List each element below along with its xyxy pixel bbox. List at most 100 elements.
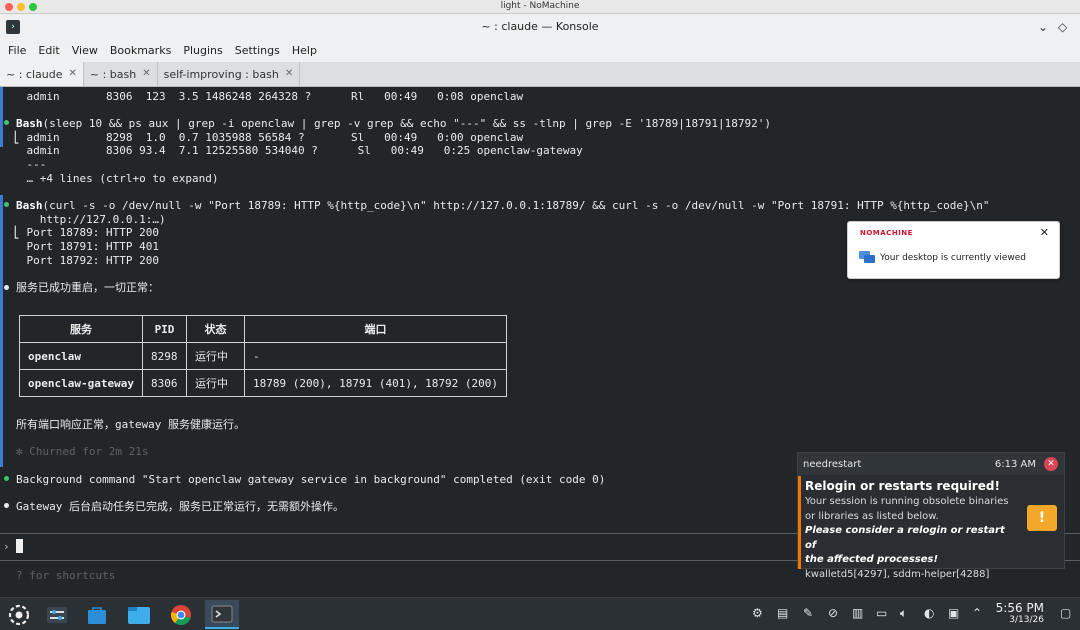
output-line: admin 8306 93.4 7.1 12525580 534040 ? Sl… (0, 144, 583, 157)
body-line: kwalletd5[4297], sddm-helper[4288] (805, 568, 990, 580)
bash-command-1: Bash(sleep 10 && ps aux | grep -i opencl… (16, 117, 771, 130)
assistant-message: Gateway 后台启动任务已完成，服务已正常运行，无需额外操作。 (16, 500, 344, 513)
nomachine-logo: NOMACHINE (860, 229, 913, 237)
screens-icon (859, 251, 875, 263)
column-header: 状态 (186, 315, 245, 343)
column-header: 服务 (19, 315, 143, 343)
body-line: or libraries as listed below. (805, 510, 939, 522)
menu-edit[interactable]: Edit (32, 40, 65, 62)
tab-bash[interactable]: ~ : bash ✕ (84, 62, 158, 86)
command-args: (sleep 10 && ps aux | grep -i openclaw |… (42, 117, 771, 130)
file-manager-icon[interactable] (122, 600, 156, 629)
output-line: --- (0, 158, 47, 171)
notification-heading: Relogin or restarts required! (805, 479, 1000, 493)
tool-name: Bash (16, 117, 43, 130)
notification-header: needrestart 6:13 AM ✕ (798, 453, 1064, 475)
menu-file[interactable]: File (2, 40, 32, 62)
status-bullet (4, 285, 9, 290)
table-cell: - (243, 342, 508, 370)
menu-view[interactable]: View (66, 40, 104, 62)
tab-self-improving[interactable]: self-improving : bash ✕ (158, 62, 301, 86)
table-cell: 运行中 (186, 369, 245, 397)
table-cell: 8306 (142, 369, 187, 397)
close-icon[interactable]: ✕ (1044, 457, 1058, 471)
urgency-bar (798, 476, 801, 569)
table-cell: 8298 (142, 342, 187, 370)
shortcuts-hint: ? for shortcuts (16, 569, 116, 582)
column-header: PID (142, 315, 187, 343)
application-launcher-icon[interactable] (2, 600, 36, 629)
command-args: (curl -s -o /dev/null -w "Port 18789: HT… (42, 199, 990, 212)
chevron-up-icon[interactable]: ⌃ (972, 606, 982, 620)
status-bullet (4, 202, 9, 207)
konsole-taskbar-icon[interactable] (205, 600, 239, 629)
konsole-titlebar: › ~ : claude — Konsole ⌄ ◇ (0, 14, 1080, 40)
table-row: openclaw 8298 运行中 - (19, 342, 508, 370)
close-icon[interactable]: ✕ (68, 68, 76, 86)
menu-plugins[interactable]: Plugins (177, 40, 228, 62)
close-icon[interactable]: ✕ (285, 68, 293, 86)
close-icon[interactable]: ✕ (1040, 226, 1049, 239)
status-bullet (4, 476, 9, 481)
microphone-icon[interactable]: ◐ (924, 606, 934, 620)
system-settings-icon[interactable] (40, 600, 74, 629)
clock[interactable]: 5:56 PM 3/13/26 (996, 601, 1044, 625)
tray-display-icon[interactable]: ▭ (876, 606, 887, 620)
tab-bar: ~ : claude ✕ ~ : bash ✕ self-improving :… (0, 62, 1080, 87)
konsole-window-title: ~ : claude — Konsole (481, 20, 599, 33)
output-line: … +4 lines (ctrl+o to expand) (0, 172, 219, 185)
output-line: ⎣ Port 18789: HTTP 200 (0, 226, 159, 239)
app-store-icon[interactable] (80, 600, 114, 629)
tray-storage-icon[interactable]: ▥ (852, 606, 863, 620)
tab-label: ~ : bash (89, 68, 137, 81)
body-line: Your session is running obsolete binarie… (805, 496, 1009, 507)
notification-body: Your session is running obsolete binarie… (805, 495, 1015, 582)
nomachine-window-title: light - NoMachine (500, 1, 580, 11)
menubar: File Edit View Bookmarks Plugins Setting… (0, 40, 1080, 62)
table-cell: 运行中 (186, 342, 245, 370)
output-line: Port 18792: HTTP 200 (0, 254, 159, 267)
taskbar: ⚙ ▤ ✎ ⊘ ▥ ▭ 🔈︎ ◐ ▣ ⌃ 5:56 PM 3/13/26 ▢ (0, 597, 1080, 630)
output-line: Port 18791: HTTP 401 (0, 240, 159, 253)
chevron-down-icon[interactable]: ⌄ (1038, 20, 1048, 34)
needrestart-notification[interactable]: needrestart 6:13 AM ✕ Relogin or restart… (797, 452, 1065, 580)
tool-name: Bash (16, 199, 43, 212)
assistant-message: 所有端口响应正常，gateway 服务健康运行。 (16, 418, 245, 431)
tab-claude[interactable]: ~ : claude ✕ (0, 62, 84, 86)
nomachine-notification: NOMACHINE ✕ Your desktop is currently vi… (847, 221, 1060, 279)
show-desktop-icon[interactable]: ▢ (1060, 606, 1071, 620)
tab-label: self-improving : bash (163, 68, 279, 81)
clock-date: 3/13/26 (1009, 615, 1044, 625)
table-cell: 18789 (200), 18791 (401), 18792 (200) (243, 369, 508, 397)
column-header: 端口 (243, 315, 508, 343)
chrome-icon[interactable] (164, 600, 198, 629)
status-bullet (4, 503, 9, 508)
notification-message: Your desktop is currently viewed (880, 253, 1027, 263)
churned-status: ✻ Churned for 2m 21s (16, 445, 149, 458)
tray-blocked-icon[interactable]: ⊘ (828, 606, 838, 620)
menu-settings[interactable]: Settings (229, 40, 286, 62)
notification-app-name: needrestart (803, 459, 862, 470)
output-line: admin 8306 123 3.5 1486248 264328 ? Rl 0… (0, 90, 524, 103)
nomachine-window-titlebar: light - NoMachine (0, 0, 1080, 14)
service-table: 服务 PID 状态 端口 openclaw 8298 运行中 - opencla… (19, 315, 508, 397)
command-continuation: http://127.0.0.1:…) (0, 213, 166, 226)
tray-clipboard-icon[interactable]: ▤ (777, 606, 788, 620)
menu-bookmarks[interactable]: Bookmarks (104, 40, 177, 62)
tray-network-icon[interactable]: ⚙ (752, 606, 763, 620)
clock-time: 5:56 PM (995, 601, 1044, 615)
output-line: ⎣ admin 8298 1.0 0.7 1035988 56584 ? Sl … (0, 131, 524, 144)
tray-notes-icon[interactable]: ✎ (803, 606, 813, 620)
table-cell: openclaw-gateway (19, 369, 143, 397)
text-cursor[interactable] (16, 539, 23, 553)
background-status: Background command "Start openclaw gatew… (16, 473, 606, 486)
close-icon[interactable]: ✕ (142, 68, 150, 86)
body-line-emphasis: the affected processes! (805, 554, 939, 565)
keep-above-icon[interactable]: ◇ (1058, 20, 1067, 34)
table-header-row: 服务 PID 状态 端口 (19, 315, 508, 343)
menu-help[interactable]: Help (286, 40, 323, 62)
screen-share-icon[interactable]: ▣ (948, 606, 959, 620)
volume-icon[interactable]: 🔈︎ (900, 606, 907, 621)
table-row: openclaw-gateway 8306 运行中 18789 (200), 1… (19, 369, 508, 397)
warning-icon: ! (1027, 505, 1057, 531)
